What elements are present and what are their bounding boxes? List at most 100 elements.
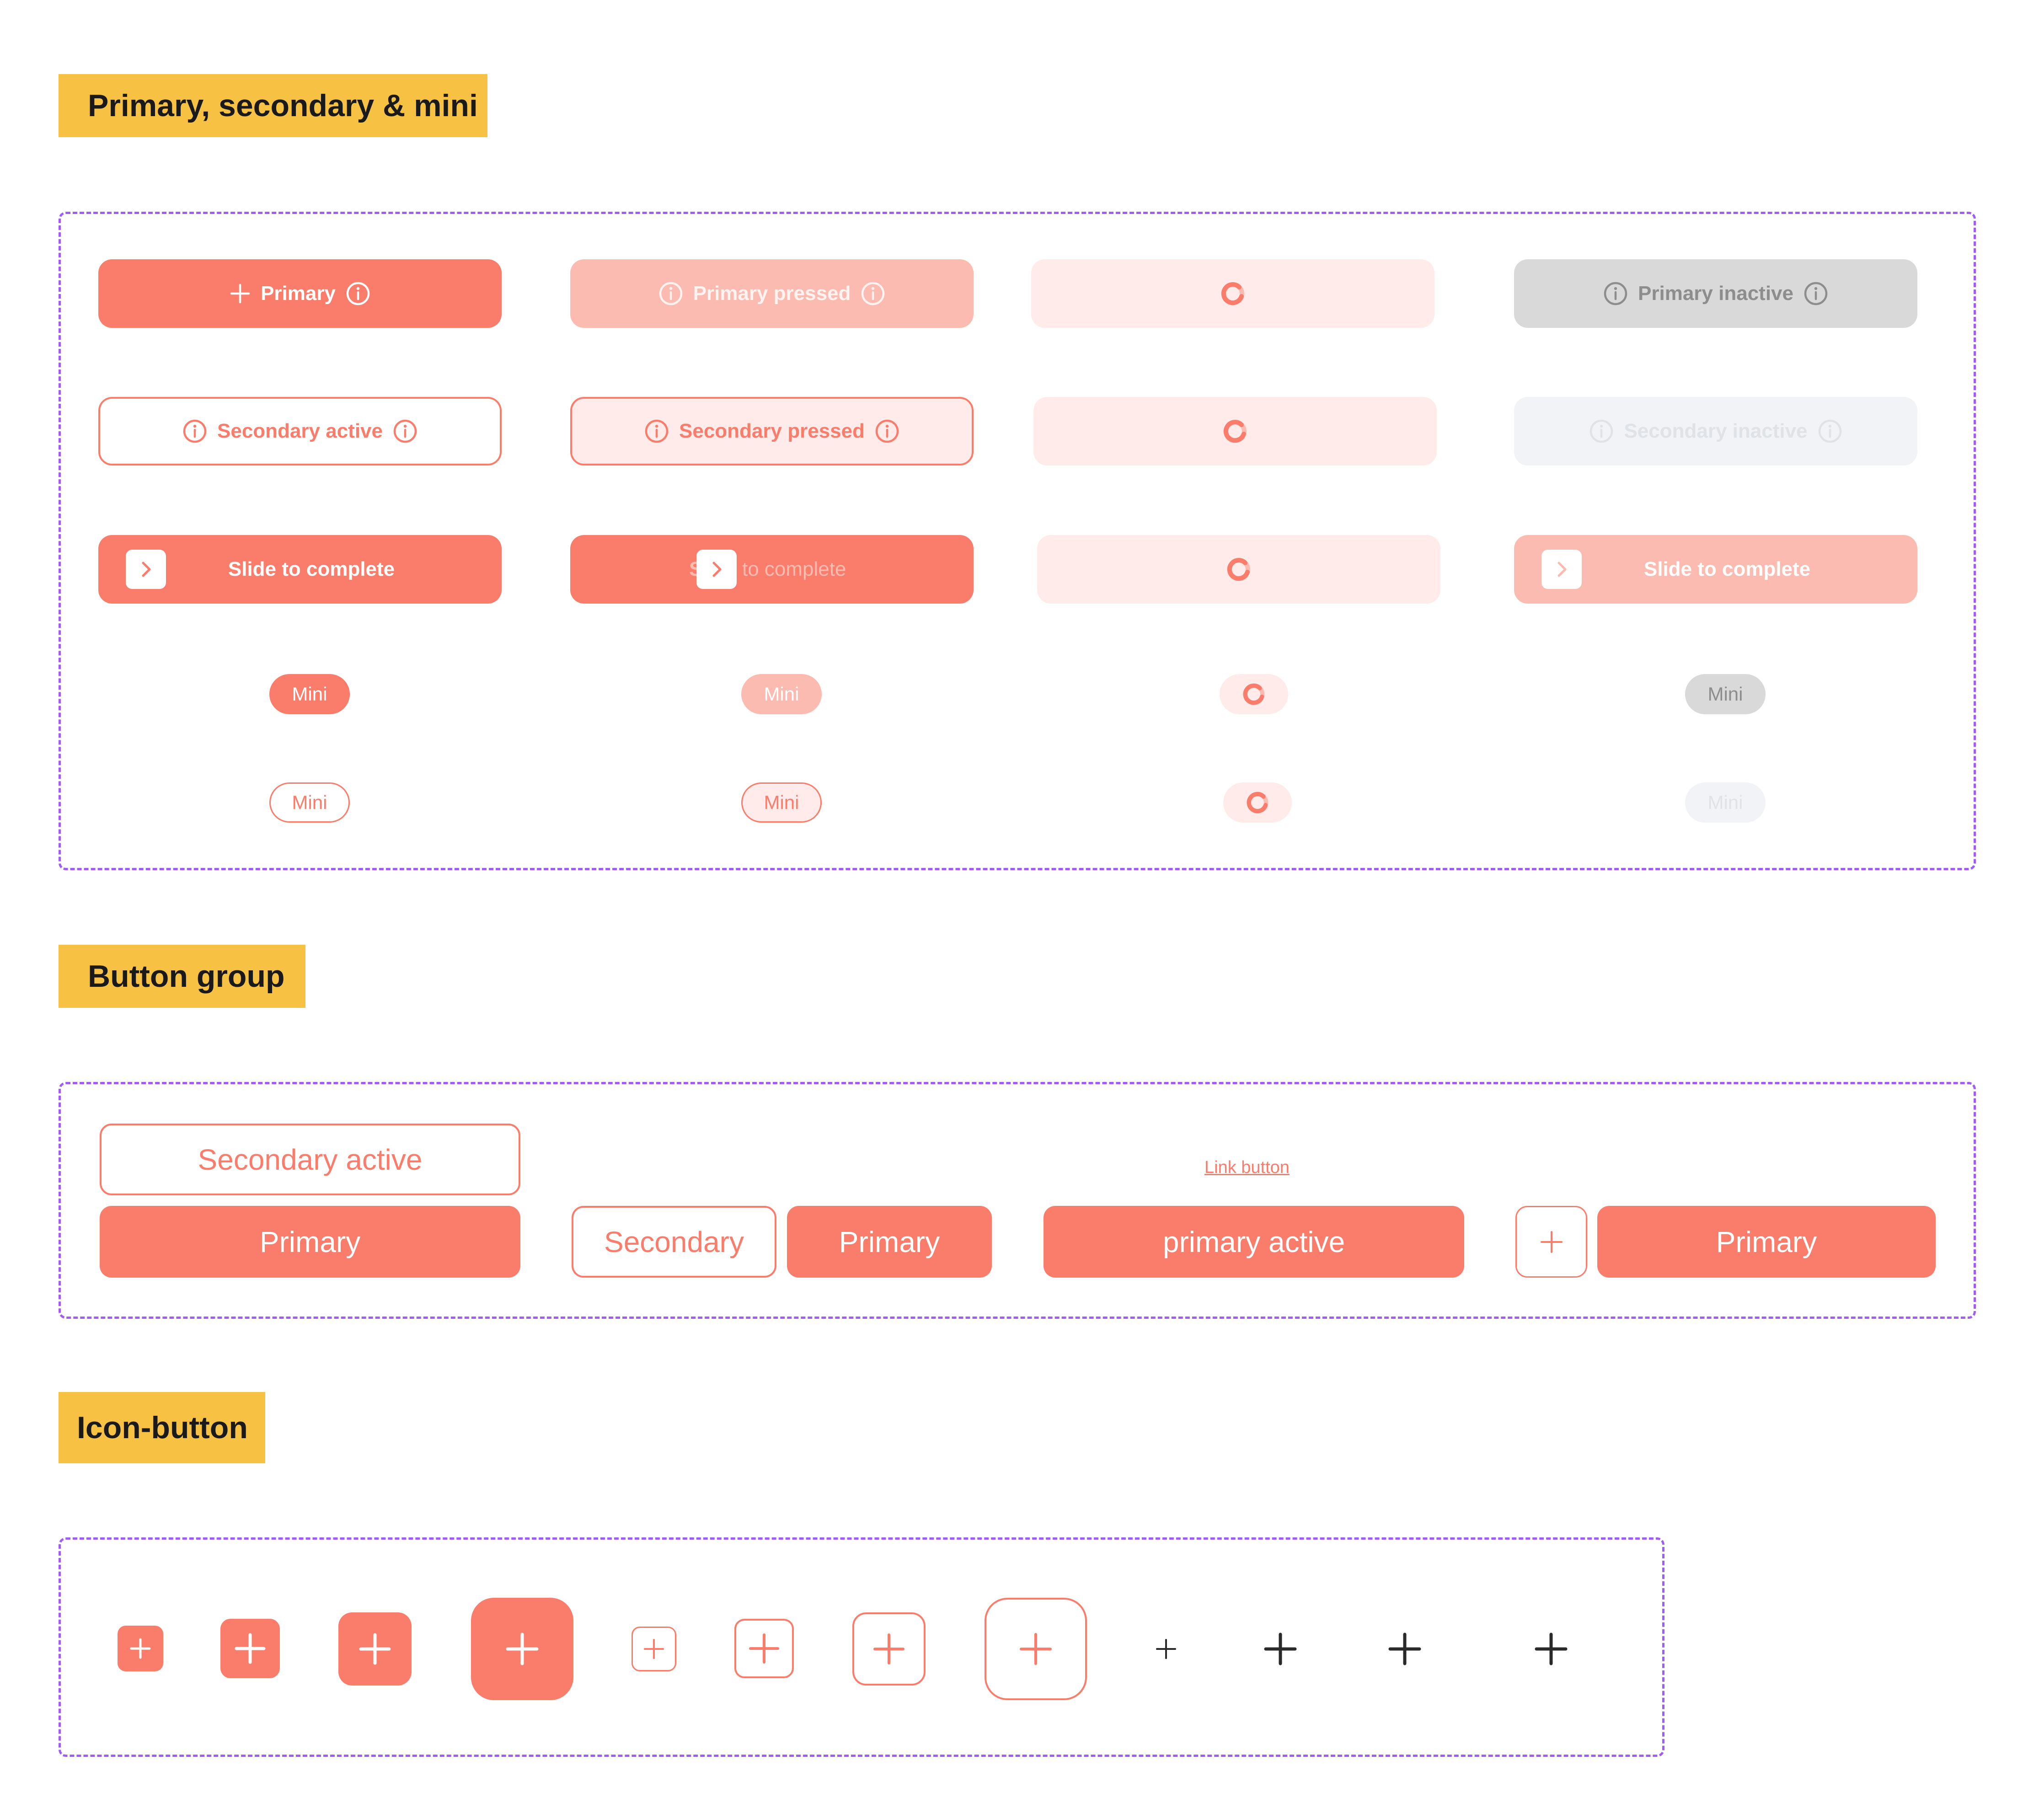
mini-label: Mini (292, 683, 327, 705)
pair-secondary-button[interactable]: Secondary (572, 1206, 776, 1278)
slide-inactive-label: Slide to complete (1643, 558, 1811, 580)
plus-icon (642, 1637, 666, 1661)
plus-icon (1155, 1638, 1177, 1660)
secondary-pressed-button-label: Secondary pressed (679, 420, 865, 442)
plus-icon (1388, 1633, 1421, 1665)
icon-button-outline-lg[interactable] (985, 1598, 1087, 1700)
info-icon (1603, 281, 1628, 306)
mini-secondary-pressed-button[interactable]: Mini (741, 782, 822, 823)
primary-active-button[interactable]: primary active (1044, 1206, 1464, 1278)
section-label-text: Button group (88, 959, 285, 994)
slide-to-complete-dragging-button[interactable]: S to complete (570, 535, 974, 604)
mini-primary-loading-button[interactable] (1220, 674, 1288, 714)
primary-inactive-button: Primary inactive (1514, 259, 1917, 328)
secondary-loading-button[interactable] (1033, 397, 1437, 466)
primary-pressed-button-label: Primary pressed (693, 282, 851, 305)
info-icon (393, 419, 417, 444)
spinner-icon (1245, 790, 1270, 815)
plus-icon (748, 1632, 781, 1665)
pair-primary-button[interactable]: Primary (787, 1206, 992, 1278)
info-icon (861, 281, 885, 306)
mini-primary-pressed-button[interactable]: Mini (741, 674, 822, 714)
plus-icon (505, 1632, 540, 1666)
link-button-label: Link button (1204, 1158, 1290, 1177)
plus-icon (872, 1632, 906, 1666)
slide-inactive-button: Slide to complete (1514, 535, 1917, 604)
secondary-pressed-button[interactable]: Secondary pressed (570, 397, 974, 466)
stacked-primary-label: Primary (259, 1225, 361, 1258)
stacked-secondary-button[interactable]: Secondary active (100, 1124, 520, 1195)
link-button[interactable]: Link button (1204, 1158, 1290, 1178)
spinner-icon (1241, 681, 1267, 707)
mini-label: Mini (1707, 792, 1743, 813)
icon-button-filled-md[interactable] (338, 1612, 412, 1686)
stacked-primary-button[interactable]: Primary (100, 1206, 520, 1278)
icon-button-filled-sm[interactable] (220, 1619, 280, 1678)
stacked-secondary-label: Secondary active (198, 1143, 423, 1176)
plus-icon (128, 1637, 152, 1660)
slide-handle[interactable] (696, 550, 737, 589)
section-label-primary-secondary-mini: Primary, secondary & mini (59, 74, 487, 137)
plus-icon (230, 283, 251, 304)
mini-secondary-loading-button[interactable] (1223, 782, 1292, 823)
section-label-button-group: Button group (59, 945, 305, 1008)
icon-button-ghost-lg[interactable] (1528, 1626, 1574, 1672)
primary-loading-button[interactable] (1031, 259, 1434, 328)
pair-secondary-label: Secondary (604, 1225, 744, 1258)
info-icon (182, 419, 207, 444)
slide-to-complete-button[interactable]: Slide to complete (98, 535, 502, 604)
chevron-right-icon (137, 560, 155, 578)
mini-label: Mini (764, 683, 799, 705)
info-icon (644, 419, 669, 444)
primary-inactive-button-label: Primary inactive (1638, 282, 1793, 305)
secondary-active-button-label: Secondary active (217, 420, 383, 442)
slide-loading-button[interactable] (1037, 535, 1440, 604)
plus-icon (1540, 1230, 1563, 1254)
section-label-icon-button: Icon-button (59, 1392, 265, 1463)
mini-secondary-button[interactable]: Mini (269, 782, 350, 823)
mini-primary-button[interactable]: Mini (269, 674, 350, 714)
spinner-icon (1219, 280, 1247, 307)
icon-button-outline-xs[interactable] (632, 1627, 676, 1671)
slide-to-complete-label: Slide to complete (228, 558, 395, 580)
info-icon (346, 281, 370, 306)
info-icon (1818, 419, 1842, 444)
secondary-inactive-button: Secondary inactive (1514, 397, 1917, 466)
slide-dragging-label: to complete (742, 558, 846, 580)
frame-button-group (59, 1082, 1976, 1319)
icon-button-outline-md[interactable] (852, 1612, 926, 1686)
spinner-icon (1225, 556, 1252, 583)
info-icon (658, 281, 683, 306)
chevron-right-icon (1552, 560, 1571, 578)
plus-icon (1018, 1632, 1053, 1666)
chevron-right-icon (707, 560, 726, 578)
primary-active-label: primary active (1162, 1225, 1345, 1258)
icon-button-filled-xs[interactable] (118, 1626, 163, 1671)
pair-primary-label: Primary (839, 1225, 940, 1258)
secondary-active-button[interactable]: Secondary active (98, 397, 502, 466)
spinner-icon (1221, 418, 1249, 445)
primary-button[interactable]: Primary (98, 259, 502, 328)
mini-secondary-inactive-button: Mini (1685, 782, 1766, 823)
mini-label: Mini (292, 792, 327, 813)
icon-pair-primary-button[interactable]: Primary (1597, 1206, 1936, 1278)
slide-handle (1541, 550, 1582, 589)
icon-button-filled-lg[interactable] (471, 1598, 573, 1700)
info-icon (875, 419, 899, 444)
info-icon (1804, 281, 1828, 306)
secondary-inactive-button-label: Secondary inactive (1624, 420, 1808, 442)
slide-handle[interactable] (126, 550, 166, 589)
icon-button-ghost-md[interactable] (1382, 1626, 1428, 1672)
primary-pressed-button[interactable]: Primary pressed (570, 259, 974, 328)
add-icon-button[interactable] (1515, 1206, 1587, 1278)
section-label-text: Icon-button (77, 1410, 248, 1445)
icon-button-ghost-xs[interactable] (1149, 1632, 1183, 1666)
plus-icon (1535, 1633, 1568, 1665)
plus-icon (358, 1632, 392, 1666)
icon-button-outline-sm[interactable] (734, 1619, 794, 1678)
icon-button-ghost-sm[interactable] (1258, 1626, 1303, 1672)
info-icon (1589, 419, 1614, 444)
primary-button-label: Primary (261, 282, 336, 305)
section-label-text: Primary, secondary & mini (88, 88, 478, 123)
plus-icon (234, 1632, 267, 1665)
